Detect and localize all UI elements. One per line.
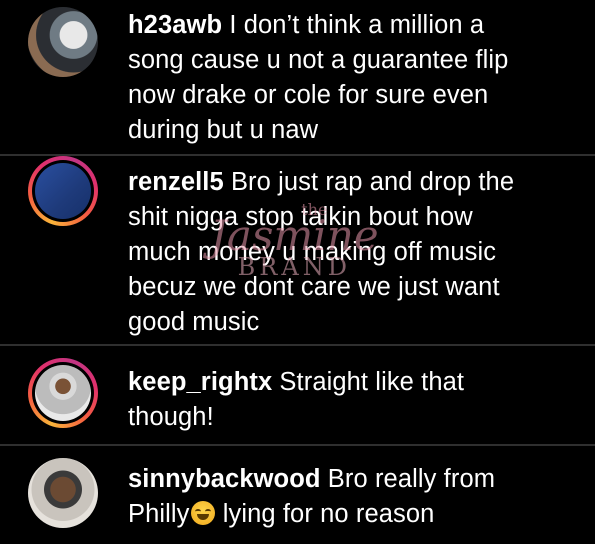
comment-text: keep_rightx Straight like that though! — [128, 365, 578, 435]
comment-text: sinnybackwood Bro really from Philly lyi… — [128, 462, 578, 532]
comment-body-line: shit nigga stop talkin bout how — [128, 203, 473, 231]
comment-keep-rightx: keep_rightx Straight like that though! — [0, 346, 595, 444]
comment-body-line: now drake or cole for sure even — [128, 81, 489, 109]
comment-body-line: Straight like that — [272, 368, 465, 396]
comment-body-line: during but u naw — [128, 116, 319, 144]
comment-body-line: Bro just rap and drop the — [223, 168, 515, 196]
face-with-tears-of-joy-emoji-icon — [190, 501, 215, 525]
user-avatar-icon — [28, 7, 98, 77]
avatar-sinnybackwood[interactable] — [28, 458, 98, 528]
user-avatar-icon — [35, 163, 91, 219]
user-avatar-icon — [35, 365, 91, 421]
avatar-keep-rightx[interactable] — [28, 358, 98, 428]
comment-sinnybackwood: sinnybackwood Bro really from Philly lyi… — [0, 446, 595, 544]
comment-text: renzell5 Bro just rap and drop the shit … — [128, 165, 578, 340]
username-link[interactable]: keep_rightx — [128, 368, 272, 396]
username-link[interactable]: sinnybackwood — [128, 465, 321, 493]
username-link[interactable]: renzell5 — [128, 168, 224, 196]
username-link[interactable]: h23awb — [128, 11, 222, 39]
comment-body-line: good music — [128, 308, 260, 336]
comment-body-line: Philly — [128, 500, 190, 528]
comment-body-line: though! — [128, 403, 214, 431]
comment-body-line: I don’t think a million a — [222, 11, 485, 39]
user-avatar-icon — [28, 458, 98, 528]
comment-h23awb: h23awb I don’t think a million a song ca… — [0, 0, 595, 154]
avatar-renzell5[interactable] — [28, 156, 98, 226]
comment-body-line: Bro really from — [320, 465, 496, 493]
comment-renzell5: renzell5 Bro just rap and drop the shit … — [0, 156, 595, 344]
comment-body-line: much money u making off music — [128, 238, 497, 266]
comment-body-line: lying for no reason — [215, 500, 435, 528]
avatar-h23awb[interactable] — [28, 7, 98, 77]
comment-body-line: song cause u not a guarantee flip — [128, 46, 509, 74]
comment-text: h23awb I don’t think a million a song ca… — [128, 8, 578, 148]
comment-body-line: becuz we dont care we just want — [128, 273, 500, 301]
